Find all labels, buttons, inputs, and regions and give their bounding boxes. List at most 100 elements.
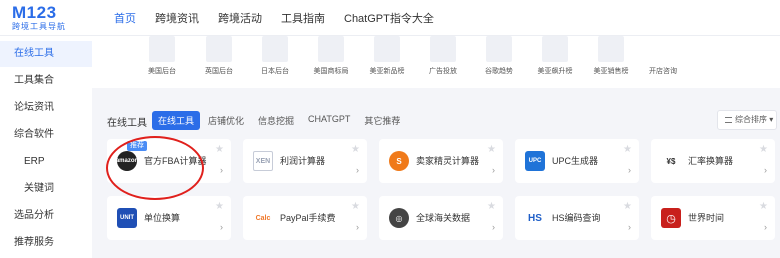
logo-subtitle: 跨境工具导航 <box>12 22 66 31</box>
chevron-right-icon: › <box>492 222 495 232</box>
chevron-right-icon: › <box>628 165 631 175</box>
quick-link-thumbnail <box>430 36 456 62</box>
upc-icon: UPC <box>525 151 545 171</box>
chevron-right-icon: › <box>764 165 767 175</box>
quick-link-thumbnail <box>542 36 568 62</box>
tool-name: 卖家精灵计算器 <box>416 156 480 166</box>
sidebar-item-online-tools[interactable]: 在线工具 <box>0 41 92 67</box>
chevron-right-icon: › <box>220 222 223 232</box>
nav-chatgpt-prompts[interactable]: ChatGPT指令大全 <box>344 10 434 26</box>
amazon-icon: amazon <box>116 151 138 171</box>
quick-link-thumbnail <box>262 36 288 62</box>
star-icon[interactable]: ★ <box>215 144 224 155</box>
tool-name: 世界时间 <box>688 213 725 223</box>
tool-name: HS编码查询 <box>552 213 601 223</box>
chevron-right-icon: › <box>220 165 223 175</box>
tool-card-fba-calculator[interactable]: 推荐 amazon 官方FBA计算器 ★ › <box>107 139 231 183</box>
tab-chatgpt[interactable]: CHATGPT <box>302 111 356 130</box>
tool-name: 汇率换算器 <box>688 156 734 166</box>
customs-icon: ◎ <box>389 208 409 228</box>
quick-link[interactable]: 美国后台 <box>137 36 187 76</box>
quick-link[interactable]: 日本后台 <box>250 36 300 76</box>
tool-name: 单位换算 <box>144 213 181 223</box>
tool-card-customs-data[interactable]: ◎ 全球海关数据 ★ › <box>379 196 503 240</box>
quick-link[interactable]: 美亚飙升榜 <box>530 36 580 76</box>
tool-name: PayPal手续费 <box>280 213 336 223</box>
paypal-calc-icon: Calc <box>253 208 273 228</box>
quick-link-thumbnail <box>206 36 232 62</box>
sidebar-item-software[interactable]: 综合软件 <box>0 122 92 148</box>
hs-code-icon: HS <box>525 208 545 228</box>
star-icon[interactable]: ★ <box>215 201 224 212</box>
chevron-right-icon: › <box>356 165 359 175</box>
sidebar-item-erp[interactable]: ERP <box>0 149 92 175</box>
tool-card-world-time[interactable]: ◷ 世界时间 ★ › <box>651 196 775 240</box>
chevron-right-icon: › <box>356 222 359 232</box>
quick-link-thumbnail <box>149 36 175 62</box>
quick-link-label: 美亚飙升榜 <box>537 68 573 75</box>
nav-tool-guide[interactable]: 工具指南 <box>281 10 325 26</box>
star-icon[interactable]: ★ <box>487 144 496 155</box>
sidebar: 在线工具 工具集合 论坛资讯 综合软件 ERP 关键词 选品分析 推荐服务 <box>0 36 92 258</box>
star-icon[interactable]: ★ <box>351 144 360 155</box>
world-time-icon: ◷ <box>661 208 681 228</box>
sort-dropdown[interactable]: 综合排序 ▾ <box>717 110 777 130</box>
tool-card-hs-code[interactable]: HS HS编码查询 ★ › <box>515 196 639 240</box>
star-icon[interactable]: ★ <box>623 201 632 212</box>
quick-link[interactable]: 美亚销售榜 <box>586 36 636 76</box>
tool-card-unit-conversion[interactable]: UNIT 单位换算 ★ › <box>107 196 231 240</box>
quick-link-thumbnail <box>374 36 400 62</box>
tab-store-optimization[interactable]: 店铺优化 <box>202 111 250 130</box>
logo-text: M123 <box>12 3 57 22</box>
tool-card-paypal-fee[interactable]: Calc PayPal手续费 ★ › <box>243 196 367 240</box>
sidebar-item-tool-collection[interactable]: 工具集合 <box>0 68 92 94</box>
star-icon[interactable]: ★ <box>351 201 360 212</box>
sidebar-item-recommended-services[interactable]: 推荐服务 <box>0 230 92 256</box>
sellersprite-icon: S <box>389 151 409 171</box>
quick-link[interactable]: 广告投放 <box>418 36 468 76</box>
quick-link-thumbnail <box>318 36 344 62</box>
nav-home[interactable]: 首页 <box>114 10 136 26</box>
nav-cross-border-news[interactable]: 跨境资讯 <box>155 10 199 26</box>
exchange-icon: ¥$ <box>661 151 681 171</box>
quick-link-thumbnail <box>486 36 512 62</box>
sidebar-item-product-research[interactable]: 选品分析 <box>0 203 92 229</box>
sort-label: 综合排序 <box>735 115 767 124</box>
quick-link-label: 日本后台 <box>261 68 289 75</box>
chevron-right-icon: › <box>492 165 495 175</box>
quick-link-thumbnail <box>650 36 676 62</box>
unit-icon: UNIT <box>117 208 137 228</box>
chevron-down-icon: ▾ <box>769 115 774 124</box>
tool-card-profit-calculator[interactable]: XEN 利润计算器 ★ › <box>243 139 367 183</box>
quick-link[interactable]: 美国商标局 <box>306 36 356 76</box>
quick-link-label: 美亚新品榜 <box>369 68 405 75</box>
quick-link-label: 英国后台 <box>205 68 233 75</box>
tool-card-upc-generator[interactable]: UPC UPC生成器 ★ › <box>515 139 639 183</box>
star-icon[interactable]: ★ <box>487 201 496 212</box>
tool-card-sellersprite-calculator[interactable]: S 卖家精灵计算器 ★ › <box>379 139 503 183</box>
recommended-badge: 推荐 <box>127 141 147 151</box>
tool-name: UPC生成器 <box>552 156 599 166</box>
logo[interactable]: M123 跨境工具导航 <box>12 4 92 34</box>
tab-other-recommendations[interactable]: 其它推荐 <box>358 111 406 130</box>
quick-link[interactable]: 谷歌趋势 <box>474 36 524 76</box>
tool-card-exchange-rate[interactable]: ¥$ 汇率换算器 ★ › <box>651 139 775 183</box>
main-nav: 首页 跨境资讯 跨境活动 工具指南 ChatGPT指令大全 <box>114 0 453 36</box>
quick-link-label: 美国商标局 <box>313 68 349 75</box>
star-icon[interactable]: ★ <box>759 144 768 155</box>
tab-online-tools[interactable]: 在线工具 <box>152 111 201 130</box>
section-title: 在线工具 <box>107 118 147 129</box>
star-icon[interactable]: ★ <box>623 144 632 155</box>
tab-info-mining[interactable]: 信息挖掘 <box>252 111 300 130</box>
quick-links-panel: 美国后台 英国后台 日本后台 美国商标局 美亚新品榜 广告投放 谷歌趋势 美亚飙… <box>92 36 780 88</box>
quick-link[interactable]: 开店咨询 <box>638 36 688 76</box>
quick-link[interactable]: 英国后台 <box>194 36 244 76</box>
star-icon[interactable]: ★ <box>759 201 768 212</box>
quick-link[interactable]: 美亚新品榜 <box>362 36 412 76</box>
sidebar-item-keywords[interactable]: 关键词 <box>0 176 92 202</box>
nav-cross-border-events[interactable]: 跨境活动 <box>218 10 262 26</box>
quick-link-label: 美国后台 <box>148 68 176 75</box>
tool-name: 全球海关数据 <box>416 213 471 223</box>
sort-icon <box>725 116 732 123</box>
sidebar-item-forum-news[interactable]: 论坛资讯 <box>0 95 92 121</box>
